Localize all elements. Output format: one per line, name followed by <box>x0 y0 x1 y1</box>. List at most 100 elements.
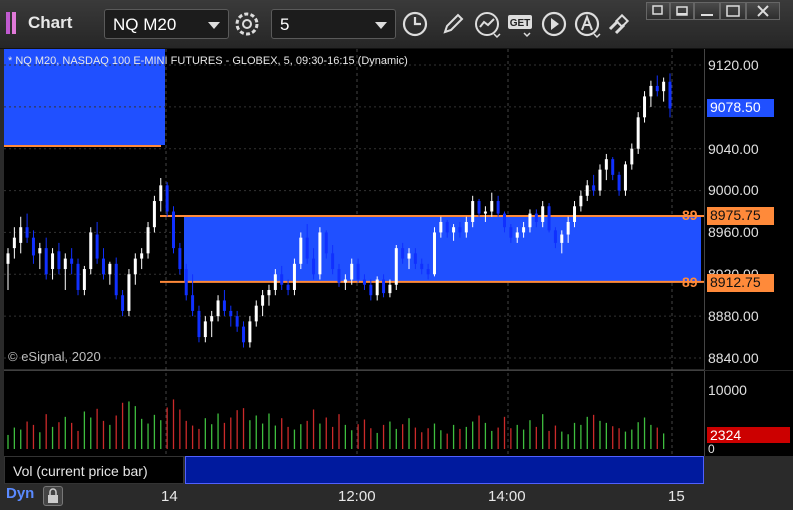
candle-body <box>184 269 188 296</box>
volume-legend-label: Vol (current price bar) <box>13 463 148 479</box>
time-label: 15 <box>668 488 685 505</box>
candle-body <box>95 234 99 259</box>
candle-body <box>229 310 233 317</box>
candle-body <box>222 300 226 311</box>
candle-body <box>44 248 48 275</box>
price-tick: 9040.00 <box>708 141 759 157</box>
price-chart-svg <box>4 49 704 484</box>
time-label: 14:00 <box>488 488 526 505</box>
upper-line-prefix: 89 <box>682 207 698 223</box>
candle-body <box>108 263 112 275</box>
candle-body <box>623 164 627 191</box>
time-label: 12:00 <box>338 488 376 505</box>
upper-line-price: 8975.75 <box>707 207 774 225</box>
candle-body <box>662 81 666 92</box>
candle-body <box>133 258 137 275</box>
candle-body <box>604 159 608 170</box>
candle-body <box>172 211 175 249</box>
candle-body <box>617 174 621 191</box>
candle-body <box>140 253 144 259</box>
candle-body <box>6 253 10 264</box>
lock-icon[interactable] <box>43 486 63 506</box>
candle-body <box>63 258 67 270</box>
candle-body <box>522 227 526 233</box>
price-tick: 8840.00 <box>708 350 759 366</box>
candle-body <box>299 237 303 264</box>
candle-body <box>292 263 296 290</box>
candle-body <box>655 85 659 92</box>
candle-body <box>464 221 468 233</box>
candle-body <box>477 201 481 214</box>
candle-body <box>19 227 23 243</box>
candle-body <box>452 227 456 233</box>
time-label: 14 <box>161 488 178 505</box>
volume-last-label: 2324 <box>707 427 790 443</box>
candle-body <box>579 195 583 207</box>
candle-body <box>547 206 551 231</box>
candle-body <box>483 211 487 214</box>
candle-body <box>458 227 462 233</box>
candle-body <box>114 263 118 296</box>
candle-body <box>178 248 182 270</box>
candle-body <box>343 279 347 283</box>
candle-body <box>197 310 201 338</box>
candle-body <box>573 206 577 222</box>
candle-body <box>585 185 589 196</box>
candle-body <box>318 232 322 275</box>
candle-body <box>305 237 309 259</box>
candle-body <box>643 96 647 118</box>
candle-body <box>261 295 265 306</box>
range-zone <box>184 215 701 282</box>
candle-body <box>235 316 239 327</box>
candle-body <box>445 221 449 233</box>
candle-body <box>89 232 93 270</box>
watermark: © eSignal, 2020 <box>8 349 101 364</box>
candle-body <box>509 227 513 238</box>
price-tick: 8880.00 <box>708 308 759 324</box>
candle-body <box>668 81 672 109</box>
volume-panel-bar[interactable] <box>185 456 704 484</box>
candle-body <box>286 284 290 290</box>
candle-body <box>432 232 436 275</box>
candle-body <box>12 237 16 249</box>
candle-body <box>350 263 354 280</box>
candle-body <box>146 227 150 254</box>
candle-body <box>375 279 379 296</box>
candle-body <box>515 232 519 238</box>
candle-body <box>280 274 284 285</box>
last-price-label: 9078.50 <box>707 99 774 117</box>
dynamic-mode-label[interactable]: Dyn <box>6 485 34 502</box>
candle-body <box>592 185 596 191</box>
candle-body <box>630 148 634 165</box>
candle-body <box>51 253 55 270</box>
candle-body <box>159 185 163 202</box>
candle-body <box>127 274 131 311</box>
candle-body <box>203 321 207 338</box>
candle-body <box>70 258 74 264</box>
candle-body <box>312 258 316 275</box>
candle-body <box>191 295 195 311</box>
candle-body <box>490 201 494 212</box>
price-tick: 9000.00 <box>708 182 759 198</box>
candle-body <box>152 201 156 228</box>
candle-body <box>331 253 335 270</box>
candle-body <box>426 269 430 275</box>
candle-body <box>369 284 373 296</box>
candle-body <box>503 213 506 228</box>
candle-body <box>82 269 86 290</box>
volume-legend[interactable]: Vol (current price bar) × <box>4 456 193 484</box>
candle-body <box>649 85 653 97</box>
volume-scale-min: 0 <box>708 442 715 456</box>
candle-body <box>324 232 328 254</box>
candle-body <box>420 263 424 270</box>
candle-body <box>541 206 545 222</box>
candle-body <box>611 159 615 175</box>
candle-body <box>560 234 564 243</box>
candle-body <box>254 305 258 322</box>
candle-body <box>528 213 532 228</box>
candle-body <box>388 284 392 294</box>
candle-body <box>38 248 42 254</box>
lower-line-prefix: 89 <box>682 274 698 290</box>
candle-body <box>394 248 398 285</box>
chart-title: * NQ M20, NASDAQ 100 E-MINI FUTURES - GL… <box>8 55 408 67</box>
